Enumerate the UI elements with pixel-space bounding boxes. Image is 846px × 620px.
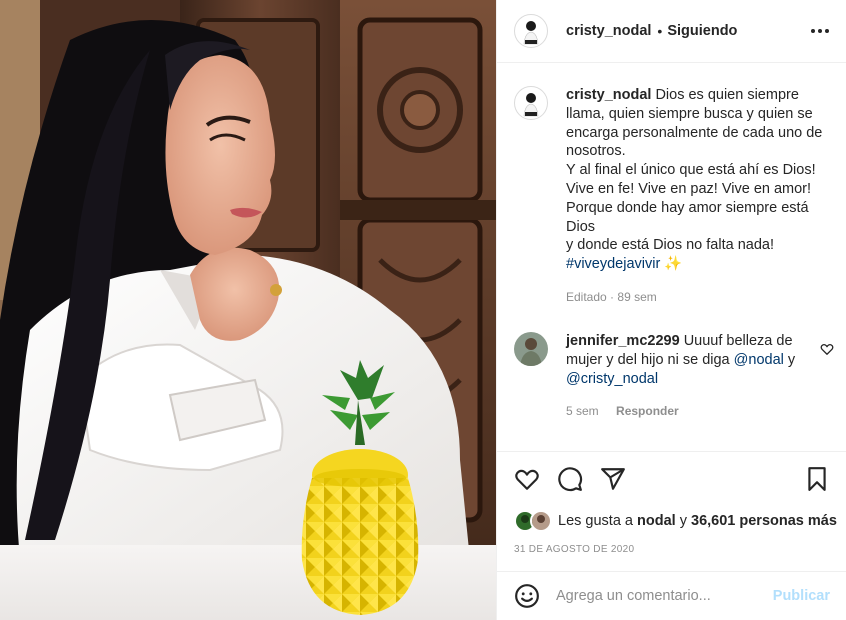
mention-link[interactable]: @cristy_nodal	[566, 371, 658, 387]
separator-dot: •	[657, 23, 663, 39]
caption-body: cristy_nodal Dios es quien siempre llama…	[566, 86, 831, 307]
caption-text-line: Y al final el único que está ahí es Dios…	[566, 162, 816, 179]
post-side-panel: cristy_nodal • Siguiendo cristy_nodal Di…	[496, 0, 846, 620]
comments-section: cristy_nodal Dios es quien siempre llama…	[497, 64, 846, 450]
liker-username[interactable]: nodal	[637, 513, 676, 529]
caption-text-line: Vive en fe! Vive en paz! Vive en amor!	[566, 180, 812, 197]
likes-count[interactable]: 36,601 personas más	[691, 513, 837, 529]
publish-button[interactable]: Publicar	[773, 588, 830, 604]
post-image	[0, 0, 496, 620]
comment-text: y	[787, 351, 796, 368]
post-photo[interactable]	[0, 0, 496, 620]
avatar[interactable]	[514, 14, 548, 48]
caption-meta: Editado · 89 sem	[566, 289, 657, 304]
following-button[interactable]: Siguiendo	[667, 23, 737, 39]
emoji-icon[interactable]	[514, 583, 540, 609]
bookmark-icon[interactable]	[804, 466, 830, 492]
paper-plane-icon[interactable]	[600, 466, 626, 492]
comment-like-heart-icon[interactable]	[820, 342, 834, 356]
reply-button[interactable]: Responder	[616, 404, 679, 418]
more-options-icon[interactable]	[811, 22, 829, 40]
edited-label: Editado	[566, 289, 607, 304]
caption-username[interactable]: cristy_nodal	[566, 87, 651, 103]
comment-icon[interactable]	[557, 466, 583, 492]
avatar-image	[514, 332, 548, 366]
post-actions: Les gusta a nodal y 36,601 personas más …	[497, 451, 846, 571]
likes-text: Les gusta a nodal y 36,601 personas más	[558, 513, 837, 529]
comment-username[interactable]: jennifer_mc2299	[566, 333, 680, 349]
mention-link[interactable]: @nodal	[734, 352, 784, 368]
post-date[interactable]: 31 DE AGOSTO DE 2020	[514, 544, 634, 555]
hashtag-link[interactable]: #viveydejavivir	[566, 256, 660, 272]
comment-item: jennifer_mc2299 Uuuuf belleza de mujer y…	[514, 332, 834, 421]
comment-body: jennifer_mc2299 Uuuuf belleza de mujer y…	[566, 332, 811, 421]
sparkle-emoji: ✨	[664, 256, 683, 273]
post-caption: cristy_nodal Dios es quien siempre llama…	[514, 86, 834, 307]
post-header: cristy_nodal • Siguiendo	[497, 0, 846, 63]
comment-input[interactable]	[556, 588, 766, 604]
liker-avatar	[530, 510, 552, 532]
action-icons	[514, 466, 626, 492]
post-author-username[interactable]: cristy_nodal	[566, 23, 651, 39]
comment-meta: 5 sem Responder	[566, 402, 811, 421]
avatar-image	[523, 93, 539, 117]
caption-text-line: y donde está Dios no falta nada!	[566, 237, 774, 254]
caption-avatar[interactable]	[514, 86, 548, 120]
comment-timestamp[interactable]: 5 sem	[566, 404, 599, 418]
add-comment-bar: Publicar	[497, 571, 846, 620]
avatar-image	[523, 21, 539, 45]
caption-timestamp[interactable]: 89 sem	[617, 290, 656, 304]
heart-icon[interactable]	[514, 466, 540, 492]
comment-avatar[interactable]	[514, 332, 548, 366]
caption-text-line: Porque donde hay amor siempre está Dios	[566, 199, 809, 235]
likes-summary[interactable]: Les gusta a nodal y 36,601 personas más	[514, 510, 837, 532]
